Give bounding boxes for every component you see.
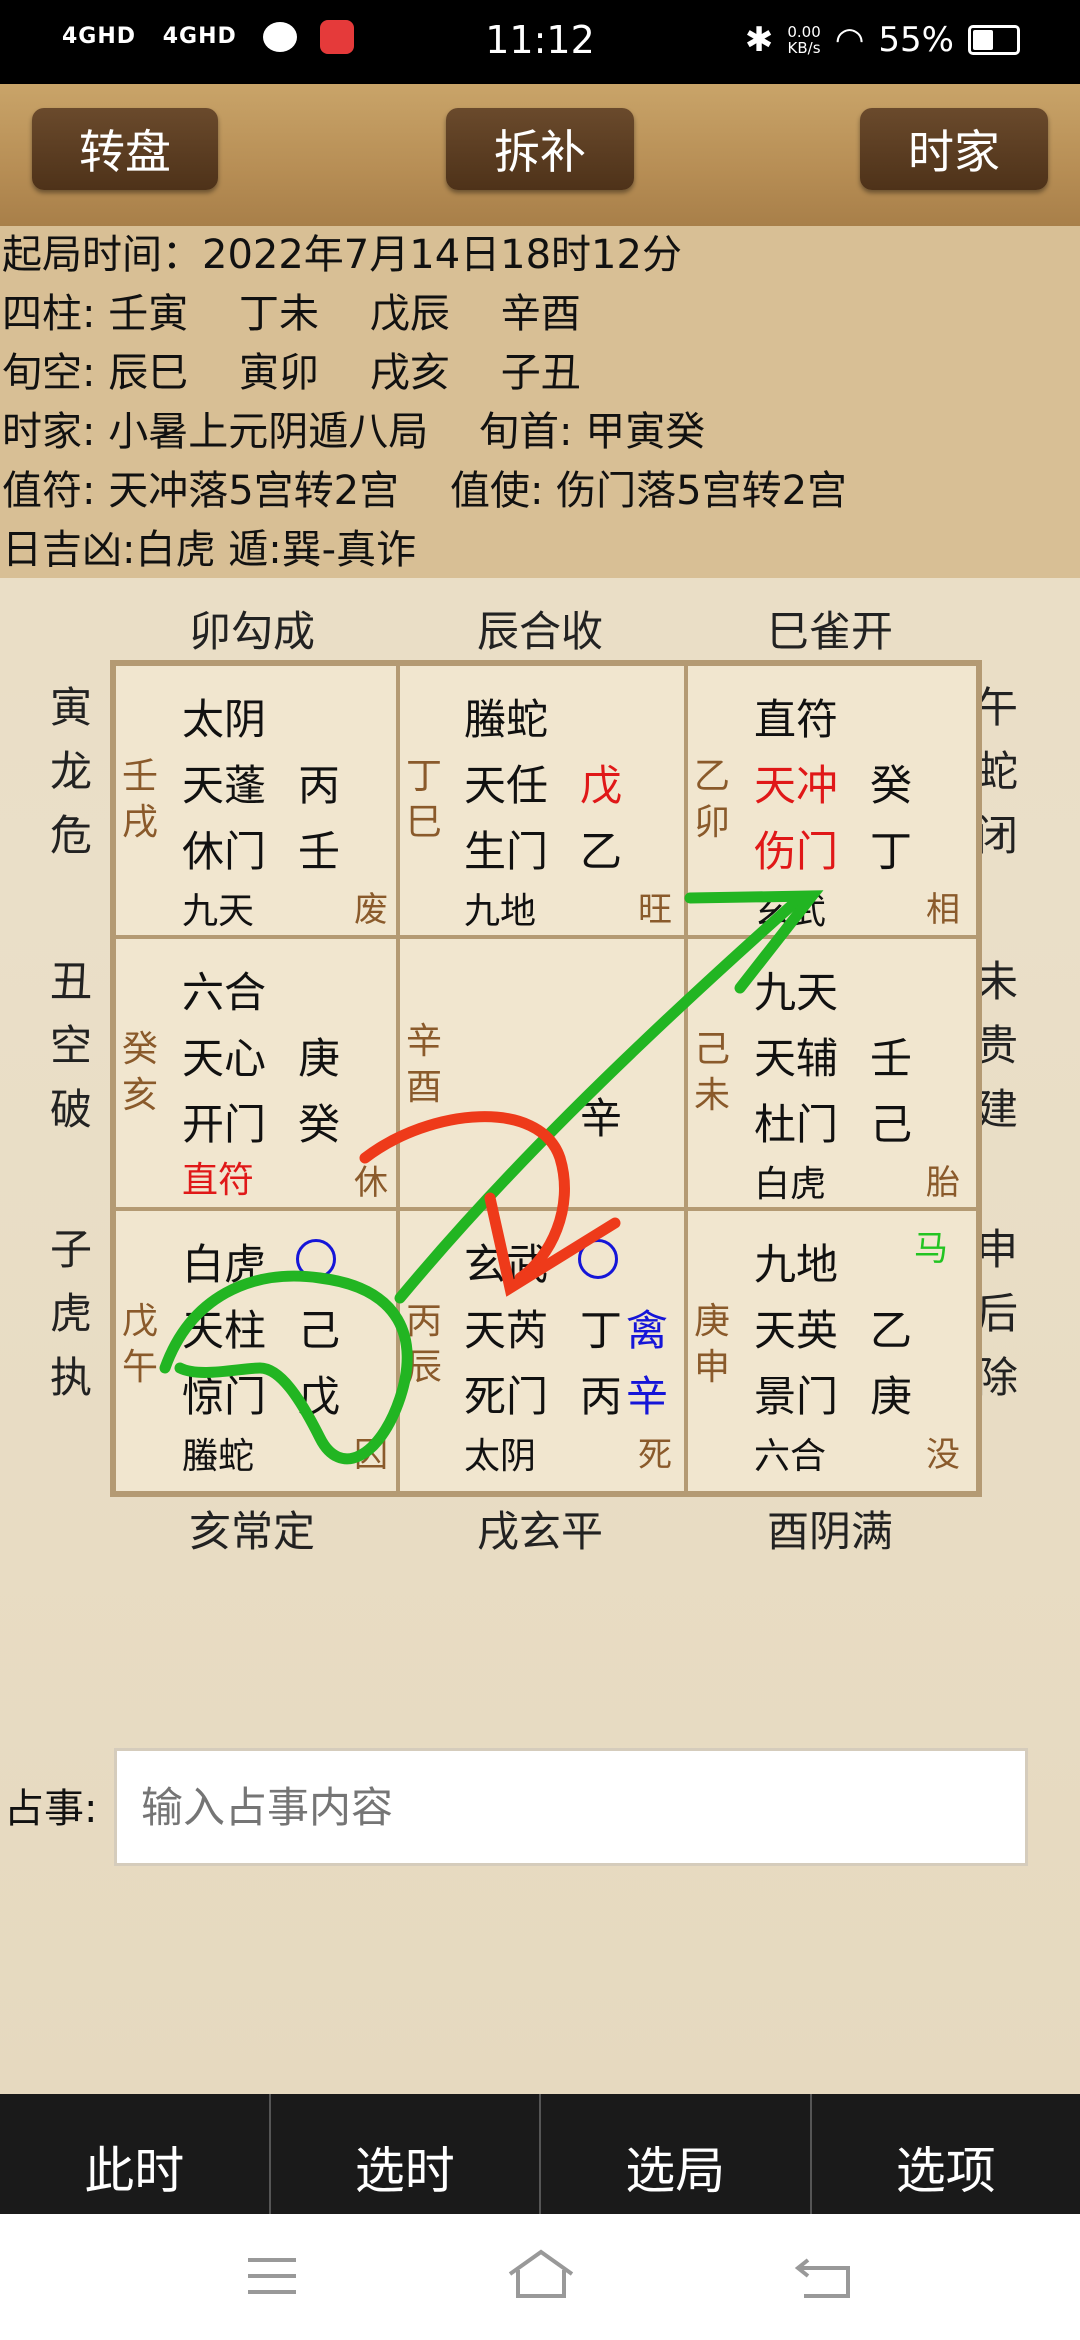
split-button[interactable]: 拆补 (446, 108, 634, 190)
wifi-icon: ◠ (834, 20, 865, 60)
start-time: 起局时间：2022年7月14日18时12分 (2, 232, 682, 278)
ask-label: 占事: (4, 1786, 98, 1832)
pick-ju-button[interactable]: 选局 (541, 2094, 812, 2214)
four-pillars: 四柱: 壬寅 丁未 戊辰 辛酉 (2, 291, 581, 337)
app-screen: 转盘 拆补 时家 起局时间：2022年7月14日18时12分 四柱: 壬寅 丁未… (0, 84, 1080, 2094)
back-icon[interactable] (794, 2254, 854, 2300)
home-icon[interactable] (506, 2248, 576, 2300)
now-button[interactable]: 此时 (0, 2094, 271, 2214)
xun-kong: 旬空: 辰巳 寅卯 戌亥 子丑 (2, 350, 581, 396)
battery-percent: 55% (878, 20, 954, 60)
toolbar: 转盘 拆补 时家 (0, 84, 1080, 226)
day-fortune: 日吉凶:白虎 遁:巽-真诈 (2, 527, 417, 573)
net-speed: 0.00 KB/s (787, 23, 821, 57)
mode-button[interactable]: 时家 (860, 108, 1048, 190)
system-nav-bar (0, 2214, 1080, 2340)
status-right: ✱ 0.00 KB/s ◠ 55% (745, 20, 1020, 60)
options-button[interactable]: 选项 (812, 2094, 1080, 2214)
menu-icon[interactable] (244, 2254, 300, 2298)
qimen-board: 卯勾成 辰合收 巳雀开 亥常定 戌玄平 酉阴满 寅龙危 丑空破 子虎执 午蛇闭 … (0, 578, 1080, 2094)
bottom-action-bar: 此时 选时 选局 选项 (0, 2094, 1080, 2214)
red-arrow-stroke (359, 1111, 570, 1284)
zhi-fu-info: 值符: 天冲落5宫转2宫 值使: 伤门落5宫转2宫 (2, 468, 848, 514)
battery-icon (968, 25, 1020, 55)
ask-input[interactable] (114, 1748, 1028, 1866)
chart-info: 起局时间：2022年7月14日18时12分 四柱: 壬寅 丁未 戊辰 辛酉 旬空… (0, 226, 1080, 578)
rotate-button[interactable]: 转盘 (32, 108, 218, 190)
ju-info: 时家: 小暑上元阴遁八局 旬首: 甲寅癸 (2, 409, 706, 455)
bluetooth-icon: ✱ (744, 20, 774, 60)
pick-time-button[interactable]: 选时 (271, 2094, 541, 2214)
status-bar: 4GHD 4GHD 11:12 ✱ 0.00 KB/s ◠ 55% (0, 0, 1080, 84)
hand-drawn-annotations (159, 890, 824, 1465)
green-arrow-stroke (159, 892, 806, 1465)
